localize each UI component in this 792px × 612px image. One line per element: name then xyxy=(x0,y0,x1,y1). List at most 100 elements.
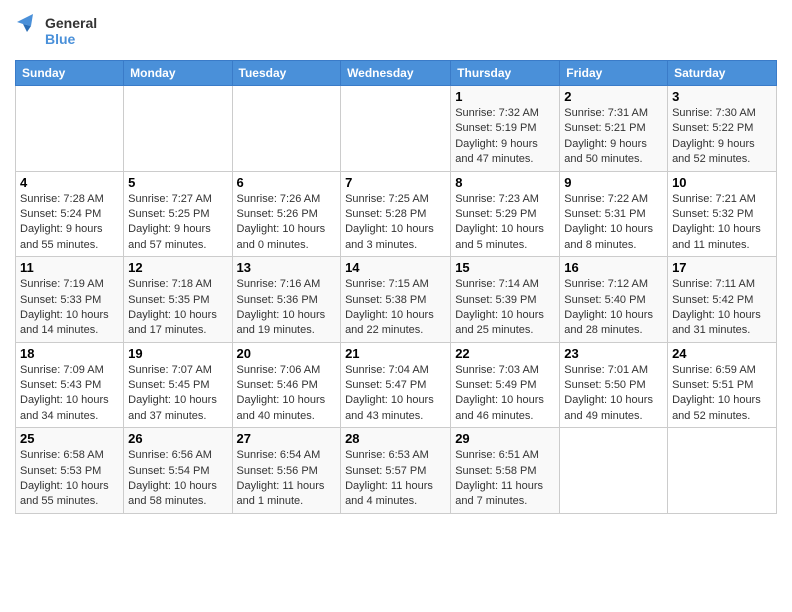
day-cell: 28Sunrise: 6:53 AMSunset: 5:57 PMDayligh… xyxy=(341,428,451,514)
day-number: 10 xyxy=(672,175,772,190)
day-info: Sunrise: 6:58 AMSunset: 5:53 PMDaylight:… xyxy=(20,448,119,510)
day-info: Sunrise: 7:31 AMSunset: 5:21 PMDaylight:… xyxy=(564,106,663,168)
day-number: 2 xyxy=(564,89,663,104)
header-cell-sunday: Sunday xyxy=(16,61,124,86)
day-cell: 12 Sunrise: 7:18 AMSunset: 5:35 PMDayligh… xyxy=(124,257,232,343)
day-number: 4 xyxy=(20,175,119,190)
day-number: 17 xyxy=(672,260,772,275)
day-cell xyxy=(560,428,668,514)
day-number: 18 xyxy=(20,346,119,361)
day-info: Sunrise: 7:25 AMSunset: 5:28 PMDaylight:… xyxy=(345,192,446,254)
day-cell: 18 Sunrise: 7:09 AMSunset: 5:43 PMDayligh… xyxy=(16,342,124,428)
day-cell xyxy=(668,428,777,514)
day-cell: 3 Sunrise: 7:30 AMSunset: 5:22 PMDaylight… xyxy=(668,86,777,172)
week-row-1: 1Sunrise: 7:32 AMSunset: 5:19 PMDaylight… xyxy=(16,86,777,172)
day-info: Sunrise: 7:23 AMSunset: 5:29 PMDaylight:… xyxy=(455,192,555,254)
day-cell: 15 Sunrise: 7:14 AMSunset: 5:39 PMDayligh… xyxy=(451,257,560,343)
day-info: Sunrise: 7:27 AMSunset: 5:25 PMDaylight:… xyxy=(128,192,227,254)
logo-svg: GeneralBlue xyxy=(15,10,115,52)
day-number: 26 xyxy=(128,431,227,446)
day-number: 16 xyxy=(564,260,663,275)
day-cell: 10 Sunrise: 7:21 AMSunset: 5:32 PMDayligh… xyxy=(668,171,777,257)
header-cell-wednesday: Wednesday xyxy=(341,61,451,86)
day-cell: 4 Sunrise: 7:28 AMSunset: 5:24 PMDaylight… xyxy=(16,171,124,257)
day-number: 11 xyxy=(20,260,119,275)
day-info: Sunrise: 6:59 AMSunset: 5:51 PMDaylight:… xyxy=(672,363,772,425)
day-info: Sunrise: 7:14 AMSunset: 5:39 PMDaylight:… xyxy=(455,277,555,339)
week-row-5: 25 Sunrise: 6:58 AMSunset: 5:53 PMDayligh… xyxy=(16,428,777,514)
day-number: 23 xyxy=(564,346,663,361)
header-cell-friday: Friday xyxy=(560,61,668,86)
day-cell xyxy=(341,86,451,172)
day-info: Sunrise: 7:01 AMSunset: 5:50 PMDaylight:… xyxy=(564,363,663,425)
day-cell: 26 Sunrise: 6:56 AMSunset: 5:54 PMDayligh… xyxy=(124,428,232,514)
day-cell xyxy=(16,86,124,172)
day-info: Sunrise: 7:30 AMSunset: 5:22 PMDaylight:… xyxy=(672,106,772,168)
day-number: 25 xyxy=(20,431,119,446)
day-number: 19 xyxy=(128,346,227,361)
day-number: 21 xyxy=(345,346,446,361)
day-cell xyxy=(232,86,341,172)
header-cell-saturday: Saturday xyxy=(668,61,777,86)
day-number: 29 xyxy=(455,431,555,446)
day-info: Sunrise: 7:32 AMSunset: 5:19 PMDaylight:… xyxy=(455,106,555,168)
day-number: 20 xyxy=(237,346,337,361)
day-info: Sunrise: 7:26 AMSunset: 5:26 PMDaylight:… xyxy=(237,192,337,254)
day-cell: 11 Sunrise: 7:19 AMSunset: 5:33 PMDayligh… xyxy=(16,257,124,343)
day-cell: 17Sunrise: 7:11 AMSunset: 5:42 PMDayligh… xyxy=(668,257,777,343)
header-cell-tuesday: Tuesday xyxy=(232,61,341,86)
day-cell: 29 Sunrise: 6:51 AMSunset: 5:58 PMDayligh… xyxy=(451,428,560,514)
day-info: Sunrise: 7:04 AMSunset: 5:47 PMDaylight:… xyxy=(345,363,446,425)
day-cell: 1Sunrise: 7:32 AMSunset: 5:19 PMDaylight… xyxy=(451,86,560,172)
day-info: Sunrise: 7:03 AMSunset: 5:49 PMDaylight:… xyxy=(455,363,555,425)
day-info: Sunrise: 6:56 AMSunset: 5:54 PMDaylight:… xyxy=(128,448,227,510)
day-number: 28 xyxy=(345,431,446,446)
svg-text:Blue: Blue xyxy=(45,31,76,47)
header: GeneralBlue xyxy=(15,10,777,52)
day-number: 7 xyxy=(345,175,446,190)
day-cell: 16 Sunrise: 7:12 AMSunset: 5:40 PMDayligh… xyxy=(560,257,668,343)
day-number: 27 xyxy=(237,431,337,446)
day-number: 13 xyxy=(237,260,337,275)
day-info: Sunrise: 7:12 AMSunset: 5:40 PMDaylight:… xyxy=(564,277,663,339)
day-info: Sunrise: 7:22 AMSunset: 5:31 PMDaylight:… xyxy=(564,192,663,254)
day-cell: 25 Sunrise: 6:58 AMSunset: 5:53 PMDayligh… xyxy=(16,428,124,514)
day-info: Sunrise: 7:28 AMSunset: 5:24 PMDaylight:… xyxy=(20,192,119,254)
day-info: Sunrise: 7:18 AMSunset: 5:35 PMDaylight:… xyxy=(128,277,227,339)
day-cell xyxy=(124,86,232,172)
day-cell: 2 Sunrise: 7:31 AMSunset: 5:21 PMDaylight… xyxy=(560,86,668,172)
day-number: 8 xyxy=(455,175,555,190)
day-number: 14 xyxy=(345,260,446,275)
day-info: Sunrise: 7:21 AMSunset: 5:32 PMDaylight:… xyxy=(672,192,772,254)
day-cell: 20 Sunrise: 7:06 AMSunset: 5:46 PMDayligh… xyxy=(232,342,341,428)
day-info: Sunrise: 7:16 AMSunset: 5:36 PMDaylight:… xyxy=(237,277,337,339)
header-row: SundayMondayTuesdayWednesdayThursdayFrid… xyxy=(16,61,777,86)
day-info: Sunrise: 7:09 AMSunset: 5:43 PMDaylight:… xyxy=(20,363,119,425)
week-row-2: 4 Sunrise: 7:28 AMSunset: 5:24 PMDaylight… xyxy=(16,171,777,257)
day-info: Sunrise: 7:19 AMSunset: 5:33 PMDaylight:… xyxy=(20,277,119,339)
day-number: 6 xyxy=(237,175,337,190)
day-number: 5 xyxy=(128,175,227,190)
day-cell: 21 Sunrise: 7:04 AMSunset: 5:47 PMDayligh… xyxy=(341,342,451,428)
day-info: Sunrise: 6:54 AMSunset: 5:56 PMDaylight:… xyxy=(237,448,337,510)
week-row-4: 18 Sunrise: 7:09 AMSunset: 5:43 PMDayligh… xyxy=(16,342,777,428)
day-number: 3 xyxy=(672,89,772,104)
day-cell: 14Sunrise: 7:15 AMSunset: 5:38 PMDayligh… xyxy=(341,257,451,343)
header-cell-monday: Monday xyxy=(124,61,232,86)
day-cell: 27 Sunrise: 6:54 AMSunset: 5:56 PMDayligh… xyxy=(232,428,341,514)
day-cell: 23 Sunrise: 7:01 AMSunset: 5:50 PMDayligh… xyxy=(560,342,668,428)
day-cell: 24 Sunrise: 6:59 AMSunset: 5:51 PMDayligh… xyxy=(668,342,777,428)
day-number: 12 xyxy=(128,260,227,275)
day-number: 9 xyxy=(564,175,663,190)
day-cell: 22Sunrise: 7:03 AMSunset: 5:49 PMDayligh… xyxy=(451,342,560,428)
day-number: 15 xyxy=(455,260,555,275)
svg-text:General: General xyxy=(45,15,97,31)
day-cell: 19 Sunrise: 7:07 AMSunset: 5:45 PMDayligh… xyxy=(124,342,232,428)
day-cell: 7 Sunrise: 7:25 AMSunset: 5:28 PMDaylight… xyxy=(341,171,451,257)
day-info: Sunrise: 7:07 AMSunset: 5:45 PMDaylight:… xyxy=(128,363,227,425)
day-info: Sunrise: 7:06 AMSunset: 5:46 PMDaylight:… xyxy=(237,363,337,425)
week-row-3: 11 Sunrise: 7:19 AMSunset: 5:33 PMDayligh… xyxy=(16,257,777,343)
day-info: Sunrise: 6:51 AMSunset: 5:58 PMDaylight:… xyxy=(455,448,555,510)
logo: GeneralBlue xyxy=(15,10,115,52)
day-number: 24 xyxy=(672,346,772,361)
